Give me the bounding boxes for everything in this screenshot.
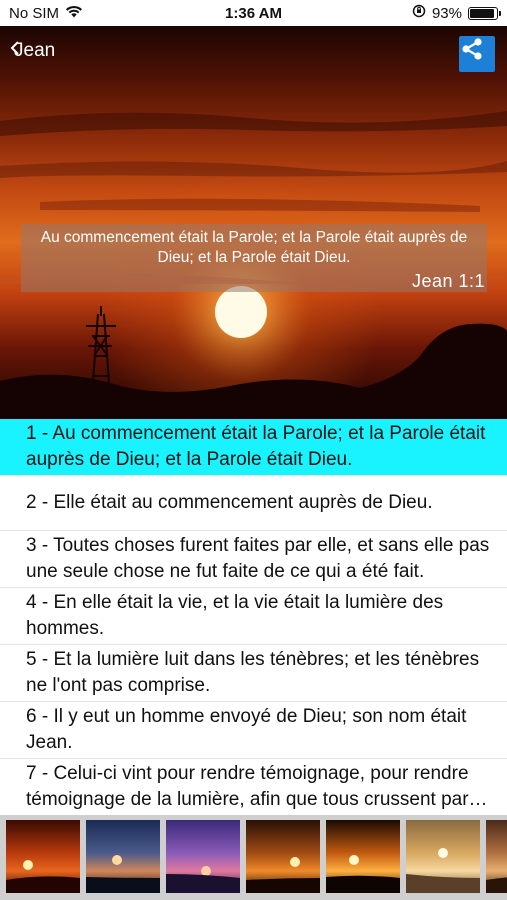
orientation-lock-icon bbox=[412, 4, 426, 22]
verse-row[interactable]: 4 - En elle était la vie, et la vie étai… bbox=[0, 588, 507, 645]
battery-icon bbox=[468, 6, 501, 20]
status-bar: No SIM 1:36 AM 93% bbox=[0, 0, 507, 26]
verse-row[interactable]: 5 - Et la lumière luit dans les ténèbres… bbox=[0, 645, 507, 702]
quote-reference: Jean 1:1 bbox=[411, 271, 485, 291]
back-label: Jean bbox=[14, 40, 56, 61]
verse-row[interactable]: 2 - Elle était au commencement auprès de… bbox=[0, 476, 507, 531]
lighthouse-sunset-thumbnail[interactable] bbox=[326, 820, 400, 893]
purple-sky-thumbnail[interactable] bbox=[166, 820, 240, 893]
sunset-thumbnail[interactable] bbox=[6, 820, 80, 893]
background-thumbnail-strip[interactable] bbox=[0, 815, 507, 900]
verse-row[interactable]: 1 - Au commencement était la Parole; et … bbox=[0, 419, 507, 476]
status-right: 93% bbox=[412, 4, 501, 22]
hero-image: Jean Au commencement était la Parole; et… bbox=[0, 26, 507, 419]
verse-row[interactable]: 7 - Celui-ci vint pour rendre témoignage… bbox=[0, 759, 507, 815]
battery-level bbox=[470, 8, 495, 18]
sky-thumbnail[interactable] bbox=[486, 820, 507, 893]
share-button[interactable] bbox=[459, 36, 495, 72]
sunset-illustration bbox=[0, 26, 507, 419]
verse-row[interactable]: 6 - Il y eut un homme envoyé de Dieu; so… bbox=[0, 702, 507, 759]
quote-overlay: Au commencement était la Parole; et la P… bbox=[21, 224, 487, 292]
verse-row[interactable]: 3 - Toutes choses furent faites par elle… bbox=[0, 531, 507, 588]
golden-clouds-thumbnail[interactable] bbox=[406, 820, 480, 893]
status-left: No SIM bbox=[9, 5, 83, 22]
battery-percent: 93% bbox=[431, 4, 462, 22]
back-button[interactable]: Jean bbox=[10, 40, 55, 62]
orange-sunset-thumbnail[interactable] bbox=[246, 820, 320, 893]
quote-text: Au commencement était la Parole; et la P… bbox=[40, 229, 468, 266]
carrier-label: No SIM bbox=[9, 4, 60, 22]
wifi-icon bbox=[65, 5, 83, 22]
dusk-sea-thumbnail[interactable] bbox=[86, 820, 160, 893]
verse-list[interactable]: 1 - Au commencement était la Parole; et … bbox=[0, 419, 507, 815]
